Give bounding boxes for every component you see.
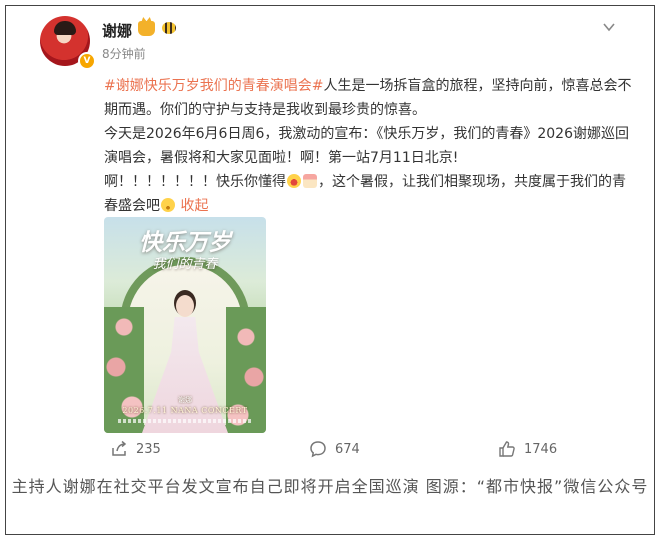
share-icon	[112, 440, 127, 456]
post-timestamp: 8分钟前	[102, 47, 146, 61]
action-bar: 235 674 1746	[6, 440, 654, 462]
weibo-post-card: V 谢娜 8分钟前 #谢娜快乐万岁我们的青春演唱会#人生是一场拆盲盒的旅程，坚持…	[6, 6, 654, 461]
like-button[interactable]: 1746	[498, 440, 557, 458]
collapse-link[interactable]: 收起	[180, 198, 208, 214]
avatar-hair	[54, 21, 76, 35]
share-count: 235	[136, 441, 161, 457]
poster-fine-print	[118, 419, 252, 423]
image-caption: 主持人谢娜在社交平台发文宣布自己即将开启全国巡演 图源：“都市快报”微信公众号	[11, 477, 649, 496]
drink-emoji	[303, 174, 317, 188]
screenshot-frame: V 谢娜 8分钟前 #谢娜快乐万岁我们的青春演唱会#人生是一场拆盲盒的旅程，坚持…	[5, 5, 655, 535]
comment-icon	[310, 441, 326, 458]
hashtag-link[interactable]: #谢娜快乐万岁我们的青春演唱会#	[104, 78, 323, 94]
concert-poster-image[interactable]: 快乐万岁 我们的青春 谢娜 2026.7.11 NANA CONCERT	[104, 217, 266, 433]
chevron-down-icon[interactable]	[602, 20, 616, 34]
username[interactable]: 谢娜	[102, 20, 132, 41]
share-button[interactable]: 235	[110, 440, 161, 458]
verified-badge-icon: V	[78, 52, 96, 70]
comment-count: 674	[335, 441, 360, 457]
laugh-emoji	[287, 174, 301, 188]
post-paragraph-1: #谢娜快乐万岁我们的青春演唱会#人生是一场拆盲盒的旅程，坚持向前，惊喜总会不期而…	[104, 74, 636, 122]
poster-artist-name: 谢娜	[178, 396, 192, 404]
crown-badge-icon[interactable]	[138, 21, 155, 36]
smile-emoji	[161, 198, 175, 212]
poster-title: 快乐万岁	[139, 229, 231, 256]
post-paragraph-3: 啊！！！！！！！快乐你懂得 ，这个暑假，让我们相聚现场，共度属于我们的青春盛会吧 …	[104, 170, 636, 218]
comment-button[interactable]: 674	[309, 440, 360, 458]
poster-subtitle: 我们的青春	[152, 257, 218, 272]
thumbs-up-icon	[499, 441, 515, 457]
post-text: #谢娜快乐万岁我们的青春演唱会#人生是一场拆盲盒的旅程，坚持向前，惊喜总会不期而…	[104, 74, 636, 218]
post-text-line3a: 啊！！！！！！！快乐你懂得	[104, 174, 286, 190]
bee-badge-icon[interactable]	[162, 22, 176, 34]
post-paragraph-2: 今天是2026年6月6日周6，我激动的宣布：《快乐万岁，我们的青春》2026谢娜…	[104, 126, 629, 166]
poster-concert-line: 2026.7.11 NANA CONCERT	[122, 406, 248, 415]
like-count: 1746	[524, 441, 558, 457]
poster-figure-head	[176, 295, 194, 317]
